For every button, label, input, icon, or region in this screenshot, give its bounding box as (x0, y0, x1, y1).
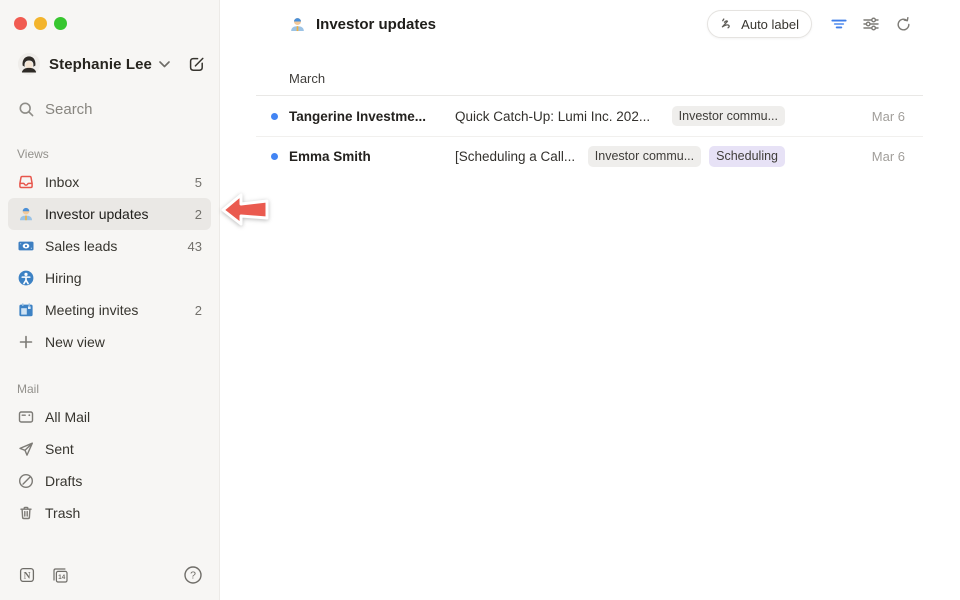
filter-icon[interactable] (826, 11, 852, 37)
search-placeholder: Search (45, 101, 93, 118)
sidebar-item-label: Investor updates (45, 206, 149, 222)
sliders-icon[interactable] (858, 11, 884, 37)
close-window-button[interactable] (14, 17, 27, 30)
sidebar-item-label: Meeting invites (45, 302, 138, 318)
label-tag-scheduling[interactable]: Scheduling (709, 146, 785, 167)
sidebar-item-trash[interactable]: Trash (8, 497, 211, 529)
notion-logo-icon[interactable]: N (18, 566, 36, 584)
main-content: Investor updates Auto label (220, 0, 960, 600)
sidebar-item-label: New view (45, 334, 105, 350)
label-tag-investor-commu[interactable]: Investor commu... (672, 106, 785, 127)
email-sender: Tangerine Investme... (289, 109, 455, 124)
sidebar-item-label: All Mail (45, 409, 90, 425)
person-circle-icon (17, 269, 35, 287)
compose-icon[interactable] (187, 54, 207, 74)
sidebar-item-label: Drafts (45, 473, 82, 489)
sidebar-item-label: Sales leads (45, 238, 117, 254)
mail-list: All Mail Sent Drafts Trash (8, 401, 211, 529)
banknote-icon (17, 237, 35, 255)
sidebar-item-new-view[interactable]: New view (8, 326, 211, 358)
zoom-window-button[interactable] (54, 17, 67, 30)
svg-text:N: N (24, 572, 31, 582)
plus-icon (17, 333, 35, 351)
sidebar-item-investor-updates[interactable]: Investor updates 2 (8, 198, 211, 230)
sidebar-item-all-mail[interactable]: All Mail (8, 401, 211, 433)
unread-dot (271, 113, 278, 120)
auto-label-button[interactable]: Auto label (707, 10, 812, 38)
auto-label-wand-icon (718, 16, 735, 33)
chevron-down-icon (159, 61, 170, 68)
views-list: Inbox 5 Investor updates 2 Sales leads 43 Hiri… (8, 166, 211, 358)
unread-dot (271, 153, 278, 160)
unread-count-badge: 2 (195, 303, 202, 318)
sidebar-item-sent[interactable]: Sent (8, 433, 211, 465)
sidebar-item-sales-leads[interactable]: Sales leads 43 (8, 230, 211, 262)
window-controls (0, 0, 219, 30)
unread-count-badge: 2 (195, 207, 202, 222)
search-icon (18, 101, 35, 118)
email-date: Mar 6 (785, 109, 923, 124)
email-sender: Emma Smith (289, 149, 455, 164)
sidebar-item-hiring[interactable]: Hiring (8, 262, 211, 294)
trash-icon (17, 504, 35, 522)
inbox-tray-icon (17, 173, 35, 191)
unread-indicator-column (256, 113, 289, 120)
view-header: Investor updates Auto label (220, 0, 960, 48)
sidebar-item-inbox[interactable]: Inbox 5 (8, 166, 211, 198)
email-tags: Investor commu... (672, 106, 785, 127)
sidebar-item-label: Hiring (45, 270, 82, 286)
paper-plane-icon (17, 440, 35, 458)
unread-count-badge: 5 (195, 175, 202, 190)
account-switcher[interactable]: Stephanie Lee (18, 51, 207, 77)
draft-pencil-circle-icon (17, 472, 35, 490)
calendar-icon (17, 301, 35, 319)
email-tags: Investor commu... Scheduling (588, 146, 785, 167)
unread-indicator-column (256, 153, 289, 160)
sidebar-item-drafts[interactable]: Drafts (8, 465, 211, 497)
email-list: March Tangerine Investme...Quick Catch-U… (256, 48, 923, 176)
all-mail-icon (17, 408, 35, 426)
mail-section-label: Mail (17, 382, 219, 396)
minimize-window-button[interactable] (34, 17, 47, 30)
investor-person-icon (288, 15, 307, 34)
svg-text:14: 14 (58, 574, 65, 581)
page-title: Investor updates (316, 16, 436, 33)
svg-text:?: ? (190, 570, 196, 582)
email-subject: [Scheduling a Call... (455, 149, 588, 164)
views-section-label: Views (17, 147, 219, 161)
user-name: Stephanie Lee (49, 56, 152, 73)
sidebar-item-label: Trash (45, 505, 80, 521)
avatar (18, 53, 40, 75)
investor-person-icon (17, 205, 35, 223)
header-toolbar: Auto label (707, 10, 916, 38)
unread-count-badge: 43 (188, 239, 202, 254)
label-tag-investor-commu[interactable]: Investor commu... (588, 146, 701, 167)
calendar-app-icon[interactable]: 14 (51, 566, 70, 585)
email-subject: Quick Catch-Up: Lumi Inc. 202... (455, 109, 672, 124)
email-date: Mar 6 (785, 149, 923, 164)
sidebar-item-meeting-invites[interactable]: Meeting invites 2 (8, 294, 211, 326)
email-row[interactable]: Emma Smith[Scheduling a Call...Investor … (256, 136, 923, 176)
sidebar: Stephanie Lee Search Views Inbox 5 Investo… (0, 0, 220, 600)
email-row[interactable]: Tangerine Investme...Quick Catch-Up: Lum… (256, 96, 923, 136)
date-group-header: March (256, 48, 923, 96)
refresh-icon[interactable] (890, 11, 916, 37)
sidebar-item-label: Inbox (45, 174, 79, 190)
search-input[interactable]: Search (18, 97, 201, 121)
help-icon[interactable]: ? (183, 565, 203, 585)
sidebar-footer: N 14 ? (0, 565, 219, 600)
sidebar-item-label: Sent (45, 441, 74, 457)
